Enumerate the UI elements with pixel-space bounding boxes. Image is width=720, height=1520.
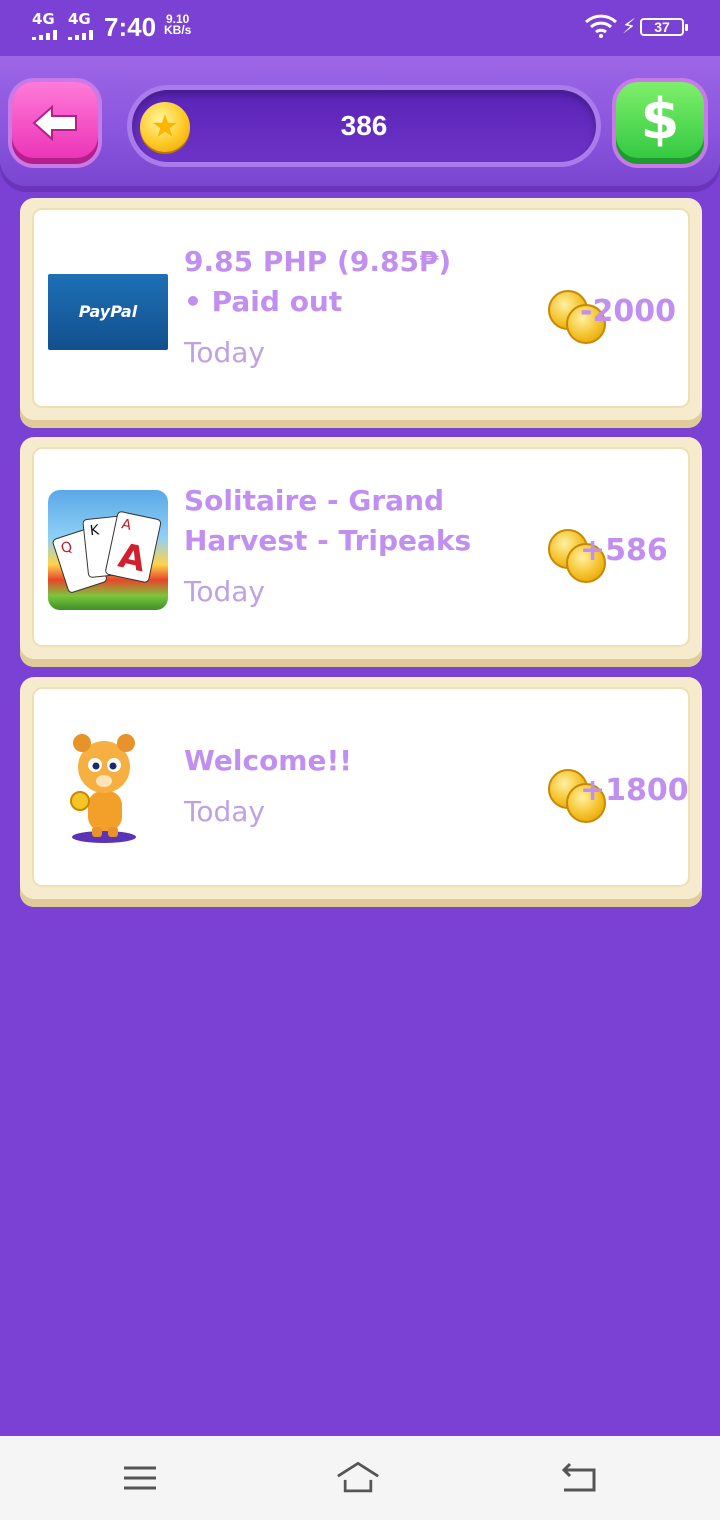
item-title-line2: • Paid out bbox=[184, 285, 343, 318]
network-type-2: 4G bbox=[68, 10, 91, 28]
reward-amount: -2000 bbox=[580, 294, 676, 329]
item-date: Today bbox=[184, 575, 265, 608]
item-title-line1: Solitaire - Grand bbox=[184, 484, 445, 517]
bear-mascot bbox=[48, 729, 168, 849]
item-date: Today bbox=[184, 795, 265, 828]
home-icon[interactable] bbox=[336, 1458, 380, 1498]
clock: 7:40 bbox=[104, 12, 157, 42]
navigation-bar bbox=[0, 1436, 720, 1520]
charging-icon: ⚡ bbox=[622, 14, 637, 38]
network-type-1: 4G bbox=[32, 10, 55, 28]
signal-icon: 4G bbox=[68, 12, 93, 40]
back-button[interactable] bbox=[12, 82, 98, 164]
status-bar: 4G 4G 7:40 9.10 KB/s ⚡ 37 bbox=[0, 0, 720, 56]
dollar-icon: $ bbox=[640, 87, 680, 152]
item-date: Today bbox=[184, 336, 265, 369]
back-arrow-icon bbox=[32, 104, 77, 142]
playing-cards-icon: Q K AA bbox=[52, 511, 162, 593]
item-title-line2: Harvest - Tripeaks bbox=[184, 524, 472, 557]
solitaire-grand-harvest-icon: Q K AA bbox=[48, 490, 168, 610]
balance-bar: ★ 386 bbox=[132, 90, 596, 162]
reward: -2000 bbox=[548, 290, 688, 344]
reward: +586 bbox=[548, 529, 688, 583]
paypal-logo-text: PayPal bbox=[78, 302, 138, 321]
network-speed: 9.10 KB/s bbox=[164, 13, 192, 37]
item-title-line1: 9.85 PHP (9.85₱) bbox=[184, 245, 452, 278]
reward-amount: +586 bbox=[580, 533, 668, 568]
reward: +1800 bbox=[548, 769, 689, 823]
item-title: Welcome!! bbox=[184, 744, 353, 777]
balance-value: 386 bbox=[340, 110, 388, 141]
speed-unit: KB/s bbox=[164, 23, 192, 37]
cashout-button[interactable]: $ bbox=[616, 82, 704, 164]
back-icon[interactable] bbox=[558, 1458, 602, 1498]
wifi-icon bbox=[584, 14, 618, 38]
battery-icon: 37 bbox=[640, 18, 688, 36]
menu-icon[interactable] bbox=[118, 1458, 162, 1498]
history-item[interactable]: Welcome!! Today +1800 bbox=[20, 677, 702, 907]
signal-icon: 4G bbox=[32, 12, 57, 40]
paypal-logo: PayPal bbox=[48, 274, 168, 350]
history-item[interactable]: Q K AA Solitaire - Grand Harvest - Tripe… bbox=[20, 437, 702, 667]
history-item[interactable]: PayPal 9.85 PHP (9.85₱) • Paid out Today… bbox=[20, 198, 702, 428]
reward-amount: +1800 bbox=[580, 773, 689, 808]
